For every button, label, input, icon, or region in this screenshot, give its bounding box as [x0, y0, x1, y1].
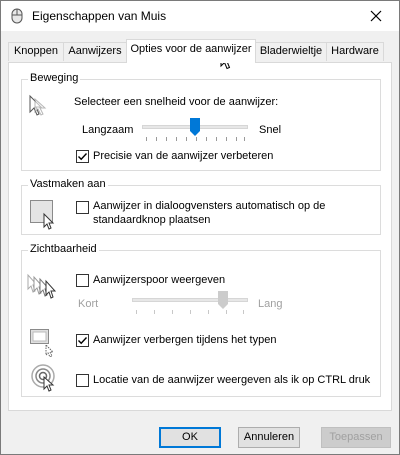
apply-button[interactable]: Toepassen [321, 427, 391, 448]
snap-to-icon [30, 200, 58, 230]
close-icon [370, 10, 382, 22]
snap-label-line2[interactable]: standaardknop plaatsen [93, 214, 210, 226]
pointer-trails-icon [26, 273, 58, 299]
snap-group: Vastmaken aan Aanwijzer in dialoogvenste… [21, 178, 381, 235]
tab-wheel[interactable]: Bladerwieltje [255, 42, 327, 61]
slow-label: Langzaam [82, 124, 134, 136]
precision-label[interactable]: Precisie van de aanwijzer verbeteren [93, 150, 273, 162]
snap-label-line1[interactable]: Aanwijzer in dialoogvensters automatisch… [93, 200, 325, 212]
slider-tick [176, 137, 177, 141]
slider-tick [156, 137, 157, 141]
slider-tick [196, 137, 197, 141]
slider-tick [166, 137, 167, 141]
checkmark-icon [78, 153, 88, 161]
close-button[interactable] [353, 1, 399, 31]
ok-button[interactable]: OK [159, 427, 221, 448]
mouse-properties-window: Eigenschappen van Muis Knoppen Aanwijzer… [0, 0, 400, 455]
slider-tick [190, 310, 191, 314]
hide-pointer-icon [30, 329, 60, 358]
slider-tick [208, 310, 209, 314]
long-label: Lang [258, 298, 283, 310]
cancel-button[interactable]: Annuleren [238, 427, 300, 448]
short-label: Kort [78, 298, 99, 310]
tab-pointers[interactable]: Aanwijzers [63, 42, 127, 61]
motion-group-title: Beweging [28, 72, 81, 84]
speed-label: Selecteer een snelheid voor de aanwijzer… [74, 96, 279, 108]
ctrl-locate-label[interactable]: Locatie van de aanwijzer weergeven als i… [93, 374, 370, 386]
trails-slider-thumb[interactable] [218, 291, 228, 310]
snap-checkbox[interactable] [76, 201, 89, 214]
snap-group-title: Vastmaken aan [28, 178, 108, 190]
tab-pointer-options[interactable]: Opties voor de aanwijzer [126, 39, 256, 63]
motion-group: Beweging Selecteer een snelheid voor de … [21, 72, 381, 171]
trails-slider-track [132, 298, 248, 302]
slider-tick [236, 137, 237, 141]
visibility-group: Zichtbaarheid Aanwijzerspoor weergeven K… [21, 243, 381, 397]
trails-slider[interactable] [132, 291, 248, 315]
slider-tick [216, 137, 217, 141]
slider-tick [146, 137, 147, 141]
trails-checkbox[interactable] [76, 274, 89, 287]
trails-label[interactable]: Aanwijzerspoor weergeven [93, 274, 225, 286]
speed-slider[interactable] [142, 118, 248, 142]
tab-buttons[interactable]: Knoppen [8, 42, 64, 61]
slider-tick [244, 137, 245, 141]
slider-tick [136, 310, 137, 314]
hide-while-typing-checkbox[interactable] [76, 334, 89, 347]
slider-tick [243, 310, 244, 314]
pointer-speed-icon [28, 94, 50, 118]
ctrl-locate-checkbox[interactable] [76, 374, 89, 387]
tab-strip: Knoppen Aanwijzers Opties voor de aanwij… [1, 39, 399, 63]
slider-tick [226, 310, 227, 314]
visibility-group-title: Zichtbaarheid [28, 243, 99, 255]
slider-tick [172, 310, 173, 314]
slider-tick [186, 137, 187, 141]
window-title: Eigenschappen van Muis [32, 9, 167, 23]
slider-tick [154, 310, 155, 314]
tab-panel: Beweging Selecteer een snelheid voor de … [8, 62, 392, 411]
speed-slider-thumb[interactable] [190, 118, 200, 137]
ctrl-locate-icon [30, 363, 60, 393]
hide-while-typing-label[interactable]: Aanwijzer verbergen tijdens het typen [93, 334, 276, 346]
precision-checkbox[interactable] [76, 150, 89, 163]
slider-tick [206, 137, 207, 141]
tab-hardware[interactable]: Hardware [326, 42, 384, 61]
mouse-icon [9, 8, 25, 24]
checkmark-icon [78, 337, 88, 345]
title-bar[interactable]: Eigenschappen van Muis [1, 1, 399, 31]
slider-tick [226, 137, 227, 141]
fast-label: Snel [259, 124, 282, 136]
